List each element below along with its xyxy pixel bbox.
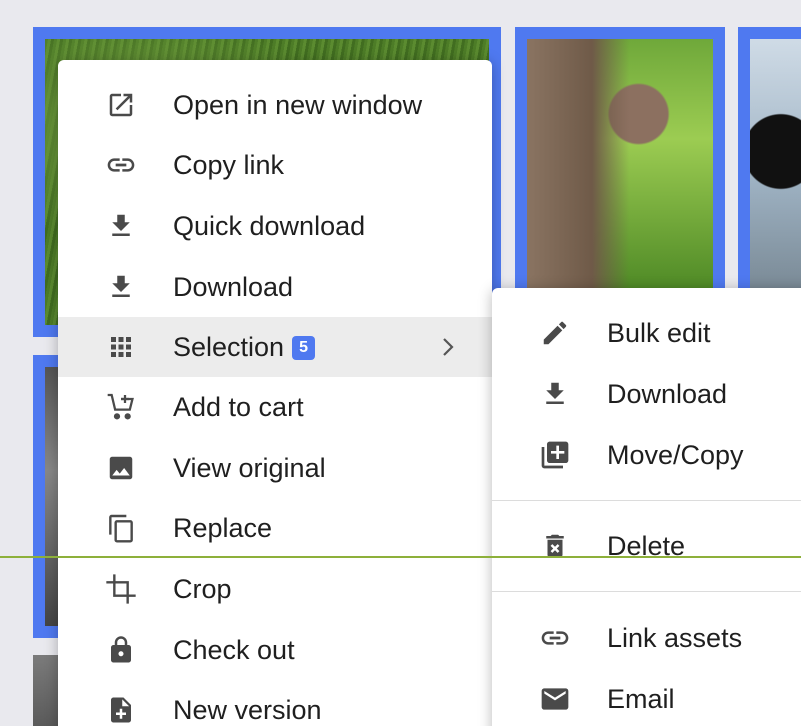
submenu-item-download[interactable]: Download: [492, 364, 801, 424]
grid-icon: [104, 330, 138, 364]
menu-divider: [492, 500, 801, 501]
menu-item-label: Bulk edit: [607, 317, 711, 348]
menu-item-copy-link[interactable]: Copy link: [58, 135, 492, 195]
context-menu: Open in new window Copy link Quick downl…: [58, 60, 492, 726]
download-icon: [104, 209, 138, 243]
menu-item-label: Download: [173, 271, 294, 302]
menu-item-download[interactable]: Download: [58, 257, 492, 317]
menu-item-new-version[interactable]: New version: [58, 680, 492, 726]
menu-item-replace[interactable]: Replace: [58, 498, 492, 558]
link-icon: [538, 621, 572, 655]
menu-item-label: Download: [607, 378, 728, 409]
submenu-item-link-assets[interactable]: Link assets: [492, 608, 801, 668]
add-cart-icon: [104, 390, 138, 424]
menu-item-add-to-cart[interactable]: Add to cart: [58, 377, 492, 437]
menu-item-label: Move/Copy: [607, 439, 744, 470]
submenu-item-move-copy[interactable]: Move/Copy: [492, 425, 801, 485]
copy-icon: [104, 511, 138, 545]
submenu-item-delete[interactable]: Delete: [492, 516, 801, 576]
email-icon: [538, 682, 572, 716]
asset-thumbnail-squirrel[interactable]: [515, 27, 725, 301]
menu-item-label: Add to cart: [173, 391, 304, 422]
menu-item-open-in-new-window[interactable]: Open in new window: [58, 75, 492, 135]
menu-item-label: View original: [173, 452, 326, 483]
menu-item-quick-download[interactable]: Quick download: [58, 196, 492, 256]
new-file-icon: [104, 693, 138, 726]
menu-item-label: Email: [607, 683, 675, 714]
library-add-icon: [538, 438, 572, 472]
menu-item-label: Crop: [173, 573, 232, 604]
menu-item-label: Check out: [173, 634, 295, 665]
menu-item-view-original[interactable]: View original: [58, 438, 492, 498]
menu-item-label: Selection: [173, 331, 285, 362]
image-icon: [104, 451, 138, 485]
menu-item-label: Copy link: [173, 149, 285, 180]
crop-icon: [104, 572, 138, 606]
download-icon: [104, 270, 138, 304]
link-icon: [104, 148, 138, 182]
lock-icon: [104, 633, 138, 667]
chevron-right-icon: [438, 332, 458, 362]
download-icon: [538, 377, 572, 411]
guide-line: [0, 556, 801, 558]
menu-item-label: Replace: [173, 512, 273, 543]
menu-item-label: New version: [173, 694, 322, 725]
menu-item-check-out[interactable]: Check out: [58, 620, 492, 680]
selection-submenu: Bulk edit Download Move/Copy Delete Link…: [492, 288, 801, 726]
submenu-item-bulk-edit[interactable]: Bulk edit: [492, 303, 801, 363]
menu-divider: [492, 591, 801, 592]
menu-item-crop[interactable]: Crop: [58, 559, 492, 619]
selection-count-badge: 5: [292, 335, 315, 360]
menu-item-label: Quick download: [173, 210, 366, 241]
submenu-item-email[interactable]: Email: [492, 669, 801, 726]
pencil-icon: [538, 316, 572, 350]
menu-item-label: Link assets: [607, 622, 743, 653]
menu-item-label: Open in new window: [173, 89, 423, 120]
asset-thumbnail-cat[interactable]: [738, 27, 801, 301]
menu-item-selection[interactable]: Selection 5: [58, 317, 492, 377]
open-in-new-icon: [104, 88, 138, 122]
